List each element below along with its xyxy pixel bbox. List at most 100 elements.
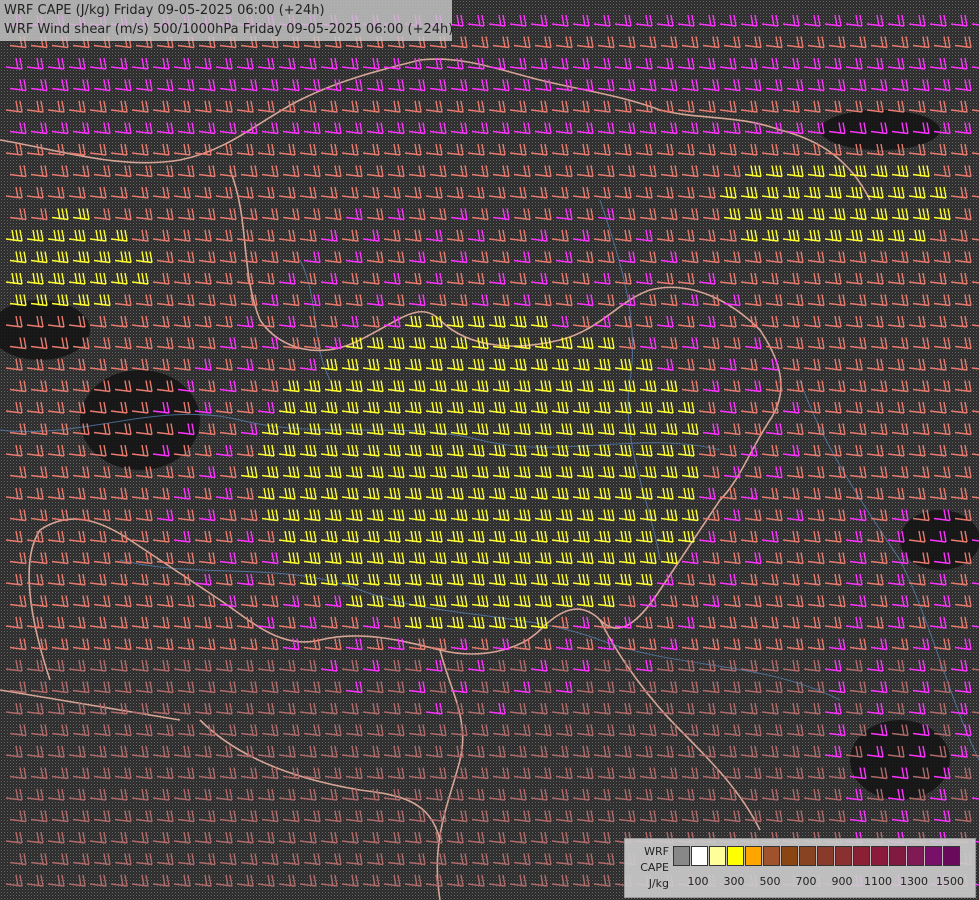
wind-barb [509,659,527,672]
wind-barb [345,208,363,221]
wind-barb [765,509,783,522]
wind-barb [467,616,485,629]
wind-barb [492,810,510,823]
wind-barb [576,251,594,264]
wind-barb [5,100,23,113]
wind-barb [656,358,674,371]
wind-barb [89,831,107,844]
wind-barb [576,423,594,436]
wind-barb [345,595,363,608]
wind-barb [971,453,979,456]
legend-tick-label: 700 [795,875,817,888]
wind-barb [639,122,657,135]
wind-barb [614,358,632,371]
wind-barb [366,165,384,178]
wind-barb [425,444,443,457]
wind-barb [744,36,762,49]
wind-barb [131,100,149,113]
wind-barb [660,552,678,565]
wind-barb [215,487,233,500]
wind-barb [849,681,867,694]
wind-barb [639,724,657,737]
wind-barb [513,36,531,49]
wind-barb [824,401,842,414]
wind-barb [681,294,699,307]
wind-barb [849,337,867,350]
wind-barb [681,208,699,221]
wind-barb [135,724,153,737]
legend-label-line: CAPE [640,861,669,874]
wind-barb [219,79,237,92]
wind-barb [530,14,548,27]
wind-barb [68,745,86,758]
wind-barb [383,831,401,844]
border-line [219,499,721,655]
wind-barb [866,659,884,672]
wind-barb [5,659,23,672]
wind-barb [782,186,800,199]
wind-barb [912,810,930,823]
wind-barb [744,208,762,221]
wind-barb [866,401,884,414]
wind-barb [366,423,384,436]
wind-barb [341,745,359,758]
wind-barb [782,14,800,27]
wind-barb [152,745,170,758]
wind-barb [240,423,258,436]
wind-barb [177,638,195,651]
wind-barb [870,552,888,565]
wind-barb [320,401,338,414]
map-title-box: WRF CAPE (J/kg) Friday 09-05-2025 06:00 … [0,0,453,41]
wind-barb [765,36,783,49]
wind-barb [198,79,216,92]
wind-barb [467,659,485,672]
wind-barb [471,810,489,823]
wind-barb [845,444,863,457]
wind-barb [950,229,968,242]
wind-barb [303,79,321,92]
wind-barb [215,272,233,285]
wind-barb [597,380,615,393]
wind-barb [240,595,258,608]
wind-barb [786,767,804,780]
wind-barb [635,444,653,457]
wind-barb [408,423,426,436]
wind-barb [26,229,44,242]
wind-barb [383,186,401,199]
wind-barb [866,444,884,457]
wind-barb [828,36,846,49]
wind-barb [110,831,128,844]
wind-barb [891,552,909,565]
wind-barb [572,487,590,500]
wind-barb [152,874,170,887]
wind-barb [425,788,443,801]
wind-barb [341,57,359,70]
wind-barb [278,57,296,70]
wind-barb [614,315,632,328]
wind-barb [278,831,296,844]
wind-barb [404,487,422,500]
wind-barb [362,57,380,70]
wind-barb [618,208,636,221]
wind-barb [929,788,947,801]
wind-barb [282,724,300,737]
wind-barb [257,57,275,70]
wind-barb [660,251,678,264]
wind-barb [383,487,401,500]
wind-barb [824,444,842,457]
wind-barb [68,831,86,844]
wind-barb [429,165,447,178]
wind-barb [639,251,657,264]
wind-barb [366,853,384,866]
wind-barb [723,36,741,49]
wind-barb [5,831,23,844]
wind-barb [677,788,695,801]
wind-barb [870,810,888,823]
wind-barb [950,659,968,672]
wind-barb [618,423,636,436]
wind-barb [68,573,86,586]
wind-barb [30,767,48,780]
wind-barb [933,810,951,823]
wind-barb [681,337,699,350]
wind-barb [194,487,212,500]
